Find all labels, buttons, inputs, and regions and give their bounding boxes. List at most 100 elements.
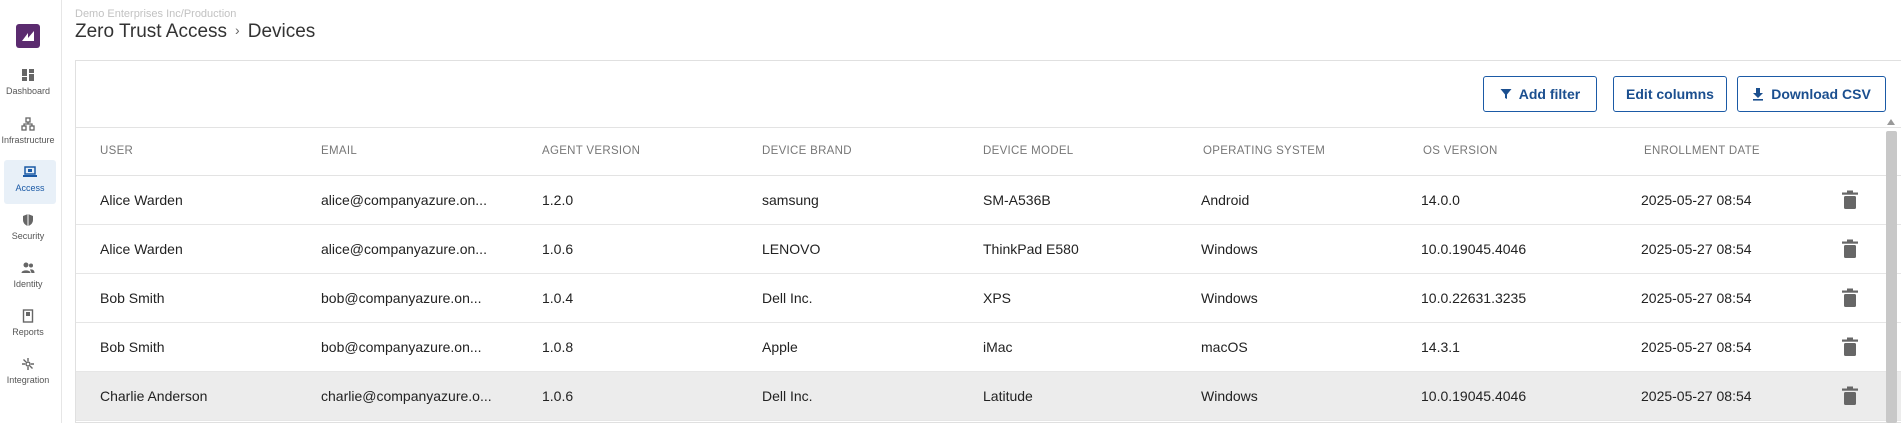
cell-operating-system: Android xyxy=(1201,192,1250,208)
edit-columns-button[interactable]: Edit columns xyxy=(1613,76,1727,112)
cell-device-brand: Dell Inc. xyxy=(762,388,813,404)
download-icon xyxy=(1753,87,1764,101)
trash-icon[interactable] xyxy=(1841,190,1859,210)
column-header-operating-system[interactable]: OPERATING SYSTEM xyxy=(1203,145,1325,157)
sidebar-item-label: Identity xyxy=(13,279,43,289)
add-filter-label: Add filter xyxy=(1518,86,1581,102)
sidebar-item-identity[interactable]: Identity xyxy=(0,261,56,305)
cell-email: charlie@companyazure.o... xyxy=(321,388,492,404)
cell-os-version: 14.3.1 xyxy=(1421,339,1460,355)
table-row[interactable]: Alice Warden alice@companyazure.on... 1.… xyxy=(76,176,1901,225)
column-header-enrollment-date[interactable]: ENROLLMENT DATE xyxy=(1644,145,1760,157)
cell-user: Bob Smith xyxy=(100,339,165,355)
cell-agent-version: 1.0.8 xyxy=(542,339,574,355)
trash-icon[interactable] xyxy=(1841,386,1859,406)
cell-os-version: 10.0.19045.4046 xyxy=(1421,388,1527,404)
download-csv-button[interactable]: Download CSV xyxy=(1737,76,1886,112)
cell-agent-version: 1.0.6 xyxy=(542,388,574,404)
sidebar-item-label: Integration xyxy=(6,375,50,385)
sidebar-item-label: Access xyxy=(15,183,45,193)
trash-icon[interactable] xyxy=(1841,239,1859,259)
scroll-thumb[interactable] xyxy=(1886,131,1897,423)
table-row[interactable]: Bob Smith bob@companyazure.on... 1.0.8 A… xyxy=(76,323,1901,372)
infrastructure-icon xyxy=(21,117,35,131)
identity-icon xyxy=(21,262,35,273)
cell-device-brand: Apple xyxy=(762,339,798,355)
cell-operating-system: Windows xyxy=(1201,241,1258,257)
cell-device-model: Latitude xyxy=(983,388,1033,404)
cell-device-model: ThinkPad E580 xyxy=(983,241,1079,257)
cell-user: Alice Warden xyxy=(100,192,183,208)
trash-icon[interactable] xyxy=(1841,288,1859,308)
reports-icon xyxy=(22,309,34,323)
column-header-email[interactable]: EMAIL xyxy=(321,145,357,157)
access-icon xyxy=(23,166,37,177)
sidebar-item-security[interactable]: Security xyxy=(0,213,56,257)
devices-panel: Add filter Edit columns Download CSV USE… xyxy=(75,60,1901,423)
cell-operating-system: macOS xyxy=(1201,339,1248,355)
edit-columns-label: Edit columns xyxy=(1626,86,1714,102)
column-header-device-model[interactable]: DEVICE MODEL xyxy=(983,145,1074,157)
sidebar-item-dashboard[interactable]: Dashboard xyxy=(0,68,56,112)
cell-email: alice@companyazure.on... xyxy=(321,192,487,208)
org-path: Demo Enterprises Inc/Production xyxy=(75,8,237,20)
download-csv-label: Download CSV xyxy=(1771,86,1871,102)
cell-os-version: 14.0.0 xyxy=(1421,192,1460,208)
sidebar-item-integration[interactable]: Integration xyxy=(0,357,56,401)
cell-enrollment-date: 2025-05-27 08:54 xyxy=(1641,241,1752,257)
cell-enrollment-date: 2025-05-27 08:54 xyxy=(1641,339,1752,355)
dashboard-icon xyxy=(22,69,34,81)
trash-icon[interactable] xyxy=(1841,337,1859,357)
table-row[interactable]: Bob Smith bob@companyazure.on... 1.0.4 D… xyxy=(76,274,1901,323)
cell-operating-system: Windows xyxy=(1201,290,1258,306)
cell-enrollment-date: 2025-05-27 08:54 xyxy=(1641,290,1752,306)
cell-os-version: 10.0.22631.3235 xyxy=(1421,290,1527,306)
integration-icon xyxy=(22,358,34,370)
sidebar-item-label: Infrastructure xyxy=(1,135,55,145)
cell-email: alice@companyazure.on... xyxy=(321,241,487,257)
column-header-os-version[interactable]: OS VERSION xyxy=(1423,145,1498,157)
sidebar-item-reports[interactable]: Reports xyxy=(0,309,56,353)
breadcrumb-item-current: Devices xyxy=(247,21,316,42)
cell-enrollment-date: 2025-05-27 08:54 xyxy=(1641,192,1752,208)
scroll-up-arrow-icon[interactable] xyxy=(1887,119,1895,125)
column-header-agent-version[interactable]: AGENT VERSION xyxy=(542,145,640,157)
filter-icon xyxy=(1500,89,1512,99)
security-icon xyxy=(23,214,33,226)
cell-os-version: 10.0.19045.4046 xyxy=(1421,241,1527,257)
sidebar-item-infrastructure[interactable]: Infrastructure xyxy=(0,117,56,161)
cell-operating-system: Windows xyxy=(1201,388,1258,404)
cell-email: bob@companyazure.on... xyxy=(321,339,482,355)
table-header: USER EMAIL AGENT VERSION DEVICE BRAND DE… xyxy=(76,127,1901,176)
cell-email: bob@companyazure.on... xyxy=(321,290,482,306)
table-scrollbar[interactable] xyxy=(1884,117,1898,423)
sidebar-item-label: Security xyxy=(11,231,45,241)
cell-user: Alice Warden xyxy=(100,241,183,257)
cell-device-brand: Dell Inc. xyxy=(762,290,813,306)
cell-device-model: iMac xyxy=(983,339,1013,355)
cell-device-brand: LENOVO xyxy=(762,241,821,257)
cell-user: Bob Smith xyxy=(100,290,165,306)
table-row[interactable]: Alice Warden alice@companyazure.on... 1.… xyxy=(76,225,1901,274)
column-header-device-brand[interactable]: DEVICE BRAND xyxy=(762,145,852,157)
sidebar: Dashboard Infrastructure Access Security xyxy=(0,0,62,423)
sidebar-item-access[interactable]: Access xyxy=(4,160,56,204)
breadcrumb-separator: › xyxy=(235,22,240,38)
brand-logo-icon[interactable] xyxy=(16,24,40,48)
sidebar-item-label: Dashboard xyxy=(5,86,51,96)
column-header-user[interactable]: USER xyxy=(100,145,133,157)
add-filter-button[interactable]: Add filter xyxy=(1483,76,1597,112)
table-row[interactable]: Charlie Anderson charlie@companyazure.o.… xyxy=(76,372,1901,421)
cell-device-model: XPS xyxy=(983,290,1012,306)
cell-enrollment-date: 2025-05-27 08:54 xyxy=(1641,388,1752,404)
cell-device-model: SM-A536B xyxy=(983,192,1051,208)
devices-table: USER EMAIL AGENT VERSION DEVICE BRAND DE… xyxy=(76,127,1901,421)
cell-agent-version: 1.0.4 xyxy=(542,290,574,306)
cell-agent-version: 1.2.0 xyxy=(542,192,574,208)
breadcrumb-item-section[interactable]: Zero Trust Access xyxy=(75,21,227,42)
cell-user: Charlie Anderson xyxy=(100,388,208,404)
sidebar-item-label: Reports xyxy=(12,327,44,337)
cell-device-brand: samsung xyxy=(762,192,819,208)
cell-agent-version: 1.0.6 xyxy=(542,241,574,257)
breadcrumb: Zero Trust Access › Devices xyxy=(75,21,315,43)
